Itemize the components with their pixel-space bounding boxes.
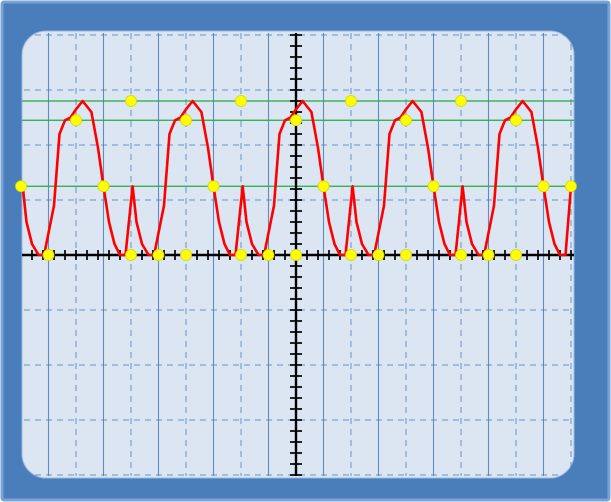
data-point-marker <box>565 180 577 193</box>
data-point-marker <box>455 249 467 261</box>
data-point-marker <box>400 249 412 261</box>
data-point-marker <box>427 180 440 193</box>
data-point-marker <box>15 180 27 193</box>
data-point-marker <box>262 249 275 261</box>
data-point-marker <box>455 95 467 107</box>
oscilloscope-chart <box>0 0 611 502</box>
data-point-marker <box>152 249 165 261</box>
data-point-marker <box>125 95 137 107</box>
data-point-marker <box>345 249 357 261</box>
data-point-marker <box>42 249 55 261</box>
data-point-marker <box>290 249 302 261</box>
data-point-marker <box>400 114 412 127</box>
data-point-marker <box>235 249 247 261</box>
data-point-marker <box>235 95 247 107</box>
data-point-marker <box>345 95 357 107</box>
data-point-marker <box>70 114 82 127</box>
data-point-marker <box>125 249 137 261</box>
data-point-marker <box>97 180 110 193</box>
data-point-marker <box>180 114 192 127</box>
data-point-marker <box>537 180 550 193</box>
data-point-marker <box>510 249 522 261</box>
data-point-marker <box>317 180 330 193</box>
data-point-marker <box>290 114 302 127</box>
data-point-marker <box>482 249 495 261</box>
data-point-marker <box>207 180 220 193</box>
data-point-marker <box>372 249 385 261</box>
data-point-marker <box>180 249 192 261</box>
data-point-marker <box>510 114 522 127</box>
oscilloscope-display <box>0 0 611 502</box>
